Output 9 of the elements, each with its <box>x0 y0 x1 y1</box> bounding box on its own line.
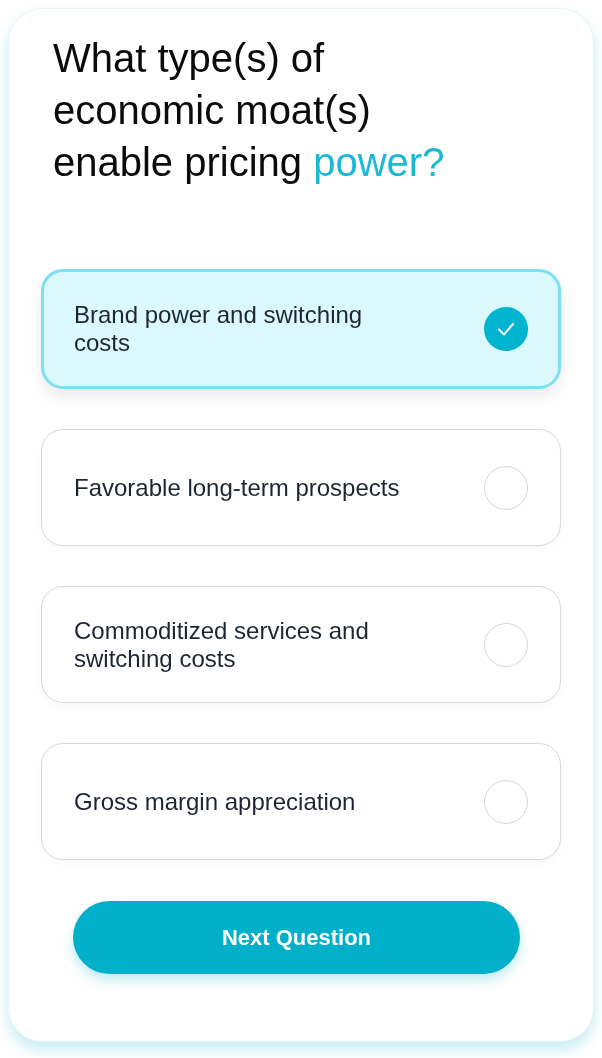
empty-circle-icon <box>484 465 528 510</box>
checkmark-icon <box>484 307 528 351</box>
empty-circle-icon <box>484 779 528 824</box>
answer-option[interactable]: Gross margin appreciation <box>41 743 561 860</box>
answer-option[interactable]: Brand power and switching costs <box>41 269 561 389</box>
empty-circle-icon <box>484 622 528 667</box>
answer-option[interactable]: Favorable long-term prospects <box>41 429 561 546</box>
answer-option[interactable]: Commoditized services and switching costs <box>41 586 561 703</box>
question-title: What type(s) of economic moat(s) enable pricing power? <box>53 35 446 186</box>
